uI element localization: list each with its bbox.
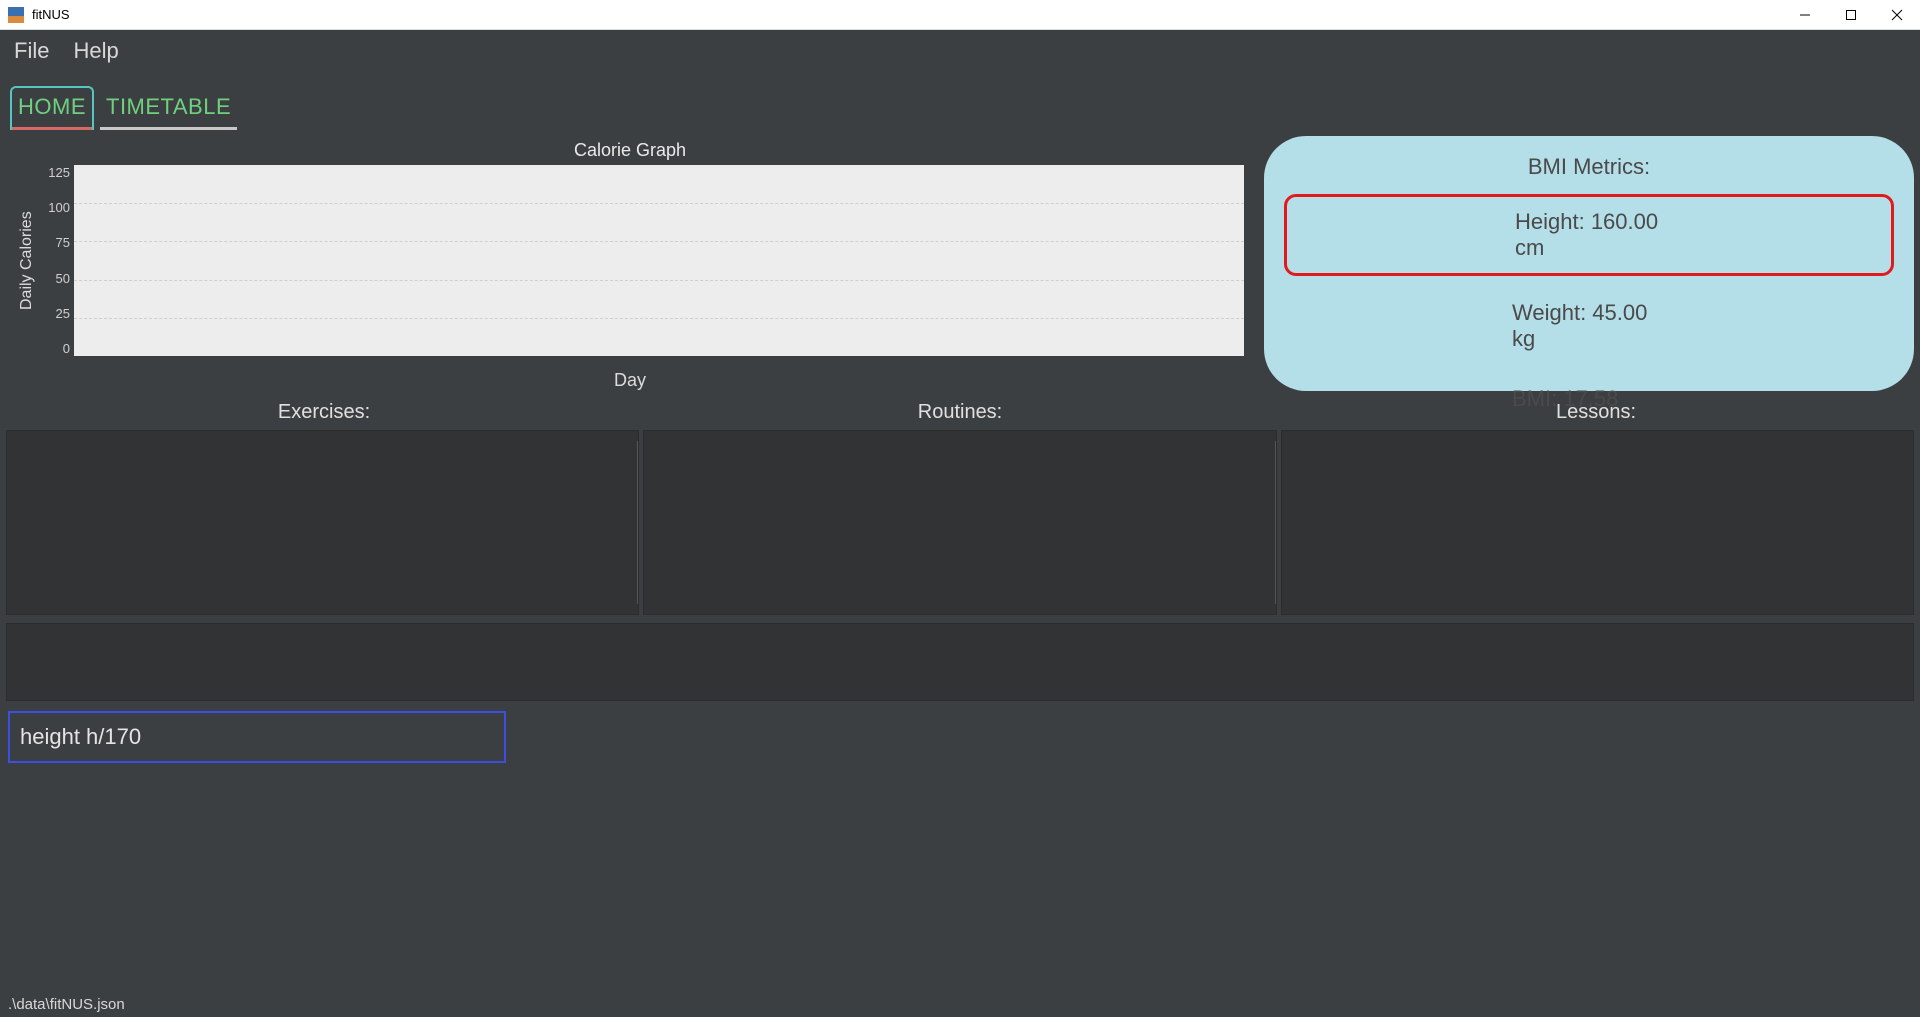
maximize-button[interactable] — [1828, 0, 1874, 29]
chart-y-tick: 0 — [63, 341, 70, 356]
bmi-height-row: Height: 160.00 cm — [1284, 194, 1894, 276]
chart-plot-area — [74, 165, 1244, 356]
routines-panel — [643, 430, 1276, 615]
result-output — [6, 623, 1914, 701]
chart-y-tick: 25 — [56, 306, 70, 321]
section-headers: Exercises: Routines: Lessons: — [6, 401, 1914, 424]
tab-strip: HOME TIMETABLE — [0, 72, 1920, 130]
window-title: fitNUS — [32, 7, 70, 22]
bmi-height-value: Height: 160.00 cm — [1515, 209, 1658, 260]
tab-timetable-label: TIMETABLE — [106, 94, 231, 119]
chart-x-axis-label: Day — [614, 370, 646, 391]
chart-y-tick: 125 — [48, 165, 70, 180]
lessons-header: Lessons: — [1278, 401, 1914, 424]
menu-help[interactable]: Help — [73, 38, 118, 64]
bmi-weight-value: Weight: 45.00 kg — [1512, 300, 1647, 351]
minimize-button[interactable] — [1782, 0, 1828, 29]
app-icon — [8, 7, 24, 23]
bmi-metrics-card: BMI Metrics: Height: 160.00 cm Weight: 4… — [1264, 136, 1914, 391]
close-button[interactable] — [1874, 0, 1920, 29]
exercises-panel — [6, 430, 639, 615]
status-path: .\data\fitNUS.json — [8, 996, 125, 1013]
chart-y-axis-label: Daily Calories — [16, 165, 38, 356]
chart-title: Calorie Graph — [574, 140, 686, 161]
tab-timetable[interactable]: TIMETABLE — [100, 86, 237, 130]
menu-bar: File Help — [0, 30, 1920, 72]
lessons-panel — [1281, 430, 1914, 615]
exercises-header: Exercises: — [6, 401, 642, 424]
chart-y-tick: 50 — [56, 271, 70, 286]
command-input[interactable] — [8, 711, 506, 763]
window-titlebar: fitNUS — [0, 0, 1920, 30]
tab-home-label: HOME — [18, 94, 86, 119]
routines-header: Routines: — [642, 401, 1278, 424]
chart-y-ticks: 125 100 75 50 25 0 — [38, 165, 74, 356]
menu-file[interactable]: File — [14, 38, 49, 64]
tab-home[interactable]: HOME — [10, 86, 94, 130]
bmi-metrics-title: BMI Metrics: — [1292, 154, 1886, 180]
chart-y-tick: 75 — [56, 235, 70, 250]
calorie-chart: Calorie Graph Daily Calories 125 100 75 … — [6, 136, 1254, 391]
bmi-weight-row: Weight: 45.00 kg — [1292, 290, 1886, 362]
status-bar: .\data\fitNUS.json — [0, 991, 1920, 1017]
chart-y-tick: 100 — [48, 200, 70, 215]
